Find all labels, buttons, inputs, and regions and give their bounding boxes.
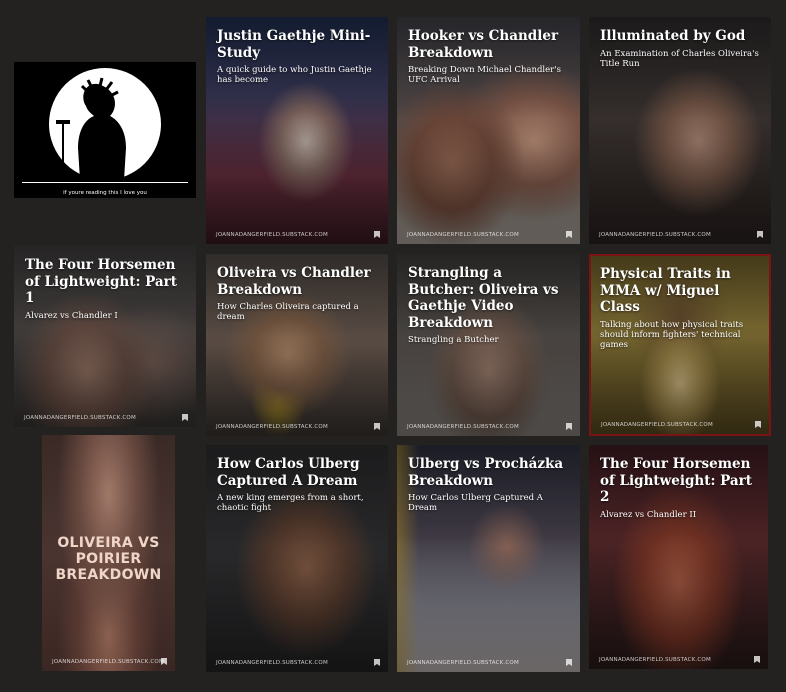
post-subtitle: A quick guide to who Justin Gaethje has … xyxy=(217,65,372,85)
post-subtitle: Breaking Down Michael Chandler's UFC Arr… xyxy=(408,65,561,85)
post-title: Physical Traits in MMA w/ Miguel Class Ta… xyxy=(600,266,761,350)
site-url: JOANNADANGERFIELD.SUBSTACK.COM xyxy=(407,660,519,666)
post-subtitle: Talking about how physical traits should… xyxy=(600,319,744,350)
site-url: JOANNADANGERFIELD.SUBSTACK.COM xyxy=(599,657,711,663)
post-card-ulberg-captured-a-dream[interactable]: How Carlos Ulberg Captured A Dream A new … xyxy=(206,445,388,672)
post-title: How Carlos Ulberg Captured A Dream A new … xyxy=(217,456,380,513)
post-title: Ulberg vs Procházka Breakdown How Carlos … xyxy=(408,456,572,513)
post-title: The Four Horsemen of Lightweight: Part 2… xyxy=(600,456,760,520)
site-url: JOANNADANGERFIELD.SUBSTACK.COM xyxy=(407,424,519,430)
post-card-strangling-a-butcher[interactable]: Strangling a Butcher: Oliveira vs Gaethj… xyxy=(397,254,580,436)
post-card-hooker-vs-chandler[interactable]: Hooker vs Chandler Breakdown Breaking Dow… xyxy=(397,17,580,244)
logo-illustration xyxy=(14,62,196,198)
site-url: JOANNADANGERFIELD.SUBSTACK.COM xyxy=(52,659,164,665)
post-title: Illuminated by God An Examination of Char… xyxy=(600,28,763,69)
post-card-gaethje-mini-study[interactable]: Justin Gaethje Mini-Study A quick guide t… xyxy=(206,17,388,244)
site-url: JOANNADANGERFIELD.SUBSTACK.COM xyxy=(407,232,519,238)
post-title: Hooker vs Chandler Breakdown Breaking Dow… xyxy=(408,28,572,85)
logo-card[interactable]: if youre reading this I love you xyxy=(14,62,196,198)
post-title: Strangling a Butcher: Oliveira vs Gaethj… xyxy=(408,265,572,345)
post-title: Justin Gaethje Mini-Study A quick guide t… xyxy=(217,28,380,85)
post-overlay-title: OLIVEIRA VS POIRIER BREAKDOWN xyxy=(55,535,162,583)
post-subtitle: Strangling a Butcher xyxy=(408,335,499,345)
site-url: JOANNADANGERFIELD.SUBSTACK.COM xyxy=(216,232,328,238)
post-subtitle: How Carlos Ulberg Captured A Dream xyxy=(408,493,543,513)
post-subtitle: Alvarez vs Chandler I xyxy=(25,310,118,321)
post-card-ulberg-vs-prochazka[interactable]: Ulberg vs Procházka Breakdown How Carlos … xyxy=(397,445,580,672)
site-url: JOANNADANGERFIELD.SUBSTACK.COM xyxy=(216,424,328,430)
site-url: JOANNADANGERFIELD.SUBSTACK.COM xyxy=(599,232,711,238)
post-card-oliveira-vs-poirier[interactable]: OLIVEIRA VS POIRIER BREAKDOWN JOANNADANG… xyxy=(42,435,175,671)
site-url: JOANNADANGERFIELD.SUBSTACK.COM xyxy=(601,422,713,428)
post-subtitle: An Examination of Charles Oliveira's Tit… xyxy=(600,48,759,69)
post-title: Oliveira vs Chandler Breakdown How Charle… xyxy=(217,265,380,322)
post-card-four-horsemen-part-1[interactable]: The Four Horsemen of Lightweight: Part 1… xyxy=(14,245,196,427)
post-card-oliveira-vs-chandler[interactable]: Oliveira vs Chandler Breakdown How Charle… xyxy=(206,254,388,436)
post-subtitle: A new king emerges from a short, chaotic… xyxy=(217,493,364,513)
post-title: The Four Horsemen of Lightweight: Part 1… xyxy=(25,257,188,321)
site-url: JOANNADANGERFIELD.SUBSTACK.COM xyxy=(24,415,136,421)
site-url: JOANNADANGERFIELD.SUBSTACK.COM xyxy=(216,660,328,666)
post-subtitle: How Charles Oliveira captured a dream xyxy=(217,302,359,322)
post-subtitle: Alvarez vs Chandler II xyxy=(600,509,697,520)
post-card-four-horsemen-part-2[interactable]: The Four Horsemen of Lightweight: Part 2… xyxy=(589,445,768,669)
post-card-illuminated-by-god[interactable]: Illuminated by God An Examination of Char… xyxy=(589,17,771,244)
post-card-physical-traits[interactable]: Physical Traits in MMA w/ Miguel Class Ta… xyxy=(589,254,771,436)
logo-caption: if youre reading this I love you xyxy=(63,190,147,196)
